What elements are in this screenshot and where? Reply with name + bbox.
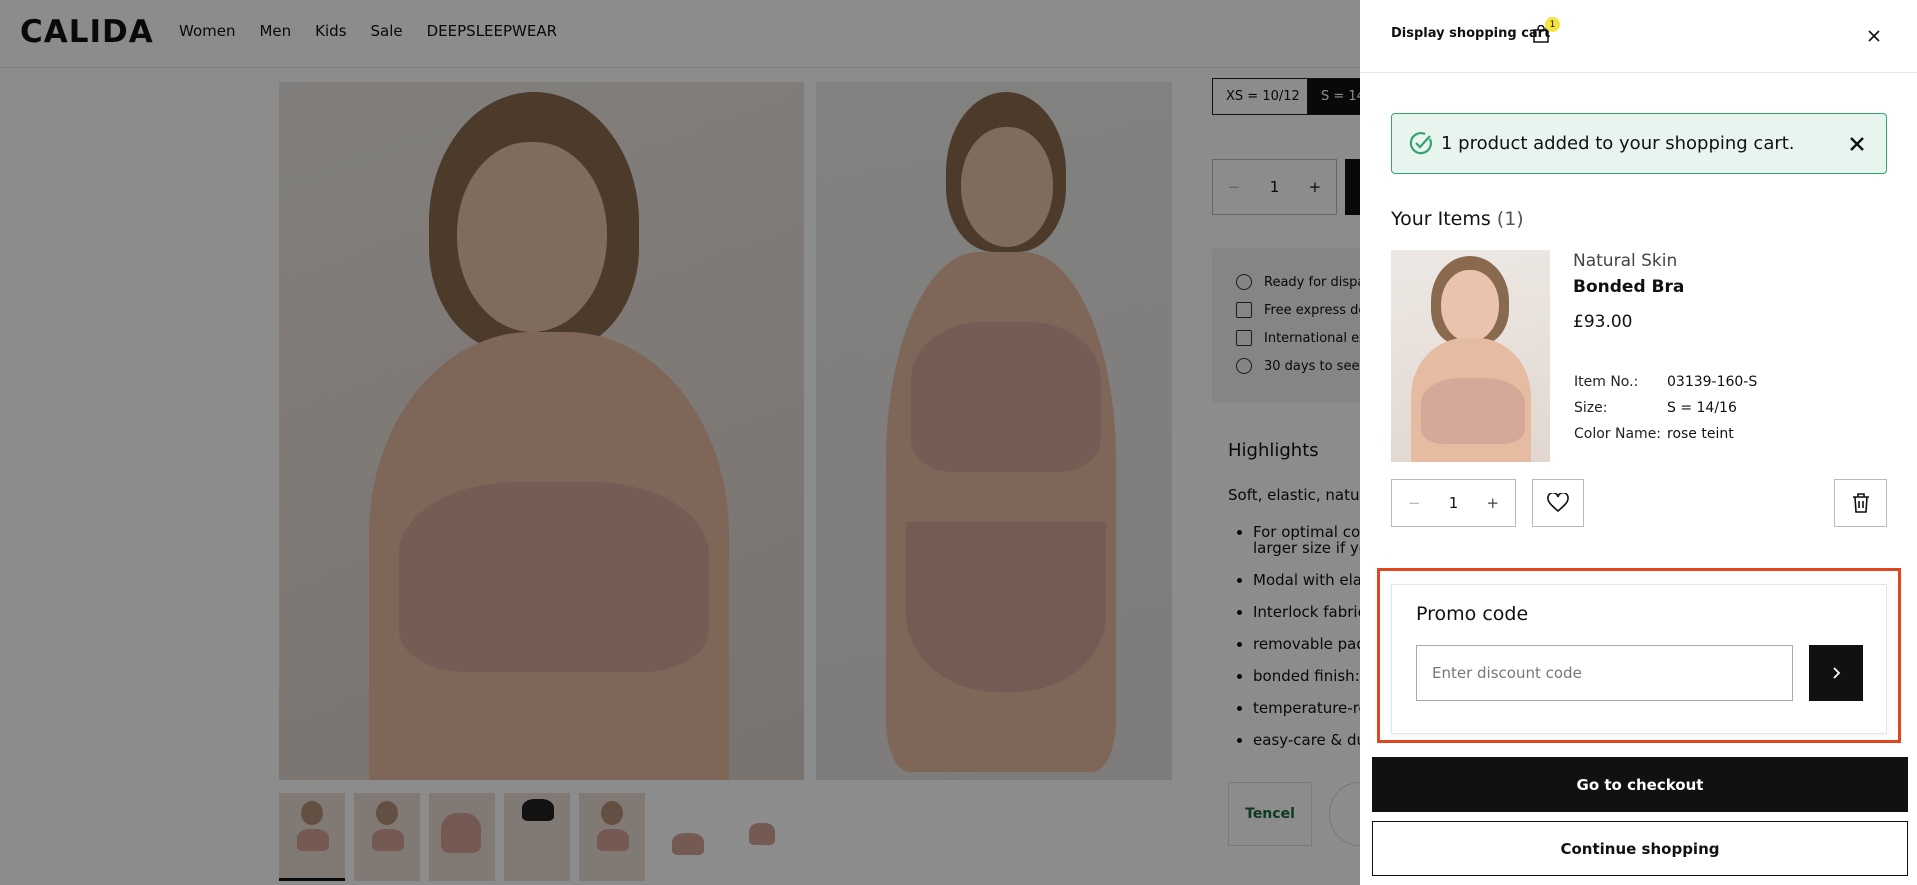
cart-item-image[interactable] <box>1391 250 1550 462</box>
go-to-checkout-button[interactable]: Go to checkout <box>1372 757 1908 812</box>
added-to-cart-notice: 1 product added to your shopping cart. <box>1391 113 1887 174</box>
chevron-right-icon <box>1833 667 1841 679</box>
cart-quantity-stepper: − 1 + <box>1391 479 1516 527</box>
your-items-title: Your Items (1) <box>1391 208 1524 230</box>
page-dim-overlay[interactable] <box>0 0 1360 885</box>
promo-code-title: Promo code <box>1416 603 1529 625</box>
cart-count-badge: 1 <box>1545 17 1560 32</box>
trash-icon <box>1852 493 1869 513</box>
item-no-label: Item No.: <box>1574 374 1639 390</box>
check-circle-icon <box>1409 132 1432 155</box>
promo-code-section: Promo code <box>1391 584 1887 734</box>
items-count: (1) <box>1496 208 1524 230</box>
cart-drawer-title: Display shopping cart <box>1391 26 1551 41</box>
cart-drawer: Display shopping cart 1 1 product added … <box>1360 0 1917 885</box>
items-title-label: Your Items <box>1391 208 1491 230</box>
size-label: Size: <box>1574 400 1608 416</box>
continue-shopping-button[interactable]: Continue shopping <box>1372 821 1908 876</box>
apply-promo-button[interactable] <box>1809 645 1863 701</box>
color-value: rose teint <box>1667 426 1734 442</box>
cart-drawer-header: Display shopping cart 1 <box>1360 0 1917 73</box>
plus-icon[interactable]: + <box>1483 494 1503 512</box>
heart-icon <box>1547 493 1569 513</box>
cart-item-price: £93.00 <box>1573 312 1633 332</box>
cart-item-name[interactable]: Bonded Bra <box>1573 277 1684 297</box>
cart-quantity-value: 1 <box>1448 494 1459 512</box>
cart-item-details: Item No.: 03139-160-S Size: S = 14/16 Co… <box>1574 369 1757 447</box>
cart-item-brand: Natural Skin <box>1573 251 1678 271</box>
size-value: S = 14/16 <box>1667 400 1737 416</box>
close-icon[interactable] <box>1845 132 1869 156</box>
notice-message: 1 product added to your shopping cart. <box>1441 133 1795 154</box>
minus-icon[interactable]: − <box>1404 494 1424 512</box>
color-label: Color Name: <box>1574 426 1662 442</box>
promo-code-input[interactable] <box>1416 645 1793 701</box>
item-no-value: 03139-160-S <box>1667 374 1758 390</box>
remove-item-button[interactable] <box>1834 479 1887 527</box>
add-to-wishlist-button[interactable] <box>1532 479 1584 527</box>
close-icon[interactable] <box>1863 25 1885 47</box>
